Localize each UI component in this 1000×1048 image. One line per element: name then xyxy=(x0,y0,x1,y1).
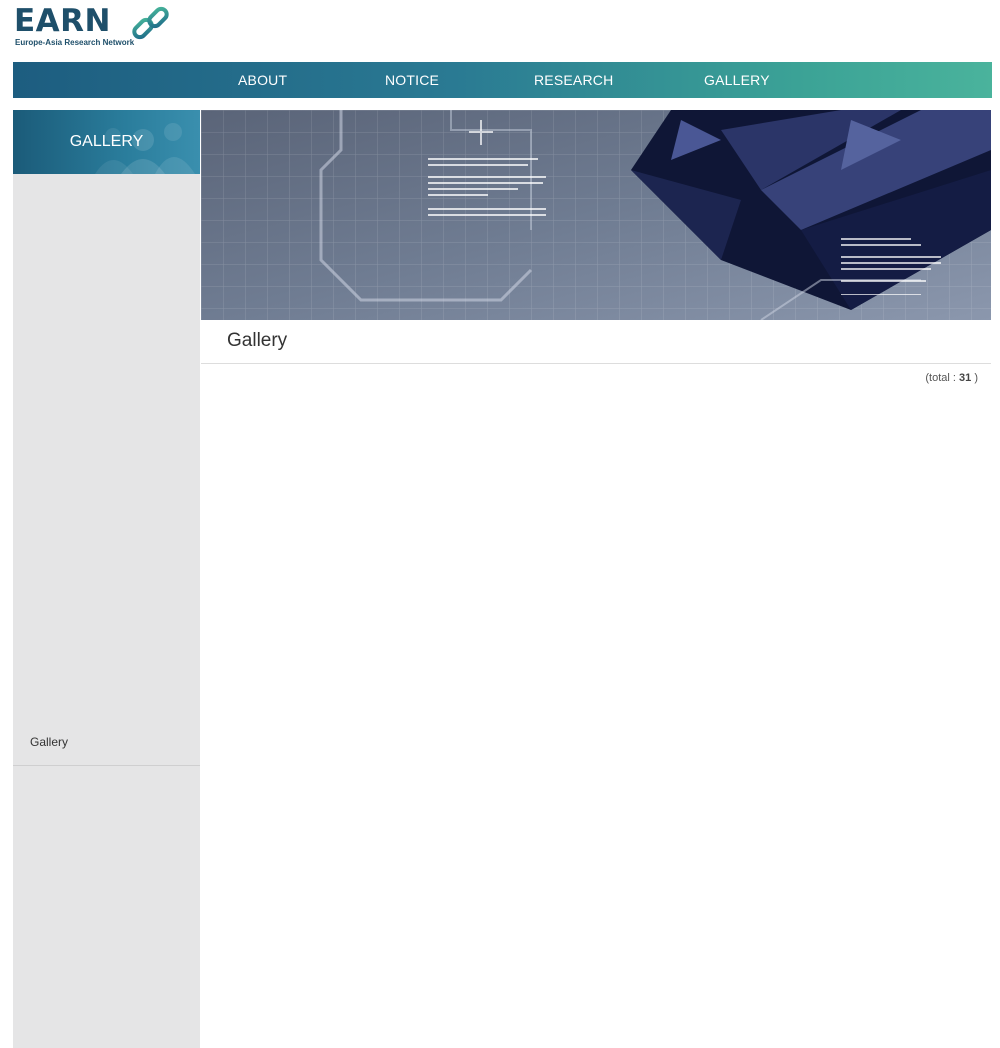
main-nav: ABOUT NOTICE RESEARCH GALLERY xyxy=(13,62,992,98)
logo-tagline: Europe-Asia Research Network xyxy=(15,38,135,47)
total-number: 31 xyxy=(959,372,972,384)
nav-research[interactable]: RESEARCH xyxy=(534,62,613,98)
page-title: Gallery xyxy=(227,330,288,351)
sidebar-item-gallery[interactable]: Gallery xyxy=(13,724,200,766)
logo-wordmark: EARN xyxy=(14,3,111,39)
nav-gallery[interactable]: GALLERY xyxy=(704,62,770,98)
total-prefix: (total : xyxy=(925,372,960,384)
sidebar: GALLERY Gallery xyxy=(13,110,200,1048)
hero-banner: <<2014>> The Seoul-Beijing 2014 Workshop… xyxy=(201,110,991,320)
sidebar-title: GALLERY xyxy=(69,133,144,150)
sidebar-header: GALLERY xyxy=(13,110,200,174)
title-divider xyxy=(201,363,991,364)
banner-artwork: <<2014>> The Seoul-Beijing 2014 Workshop… xyxy=(201,110,991,320)
nav-about[interactable]: ABOUT xyxy=(238,62,287,98)
total-suffix: ) xyxy=(971,372,978,384)
chain-link-icon xyxy=(132,6,169,40)
nav-notice[interactable]: NOTICE xyxy=(385,62,439,98)
earn-logo[interactable]: EARN Europe-Asia Research Network xyxy=(14,4,184,48)
total-count: (total : 31 ) xyxy=(925,372,978,384)
page: EARN Europe-Asia Research Network ABOUT … xyxy=(0,0,1000,1048)
